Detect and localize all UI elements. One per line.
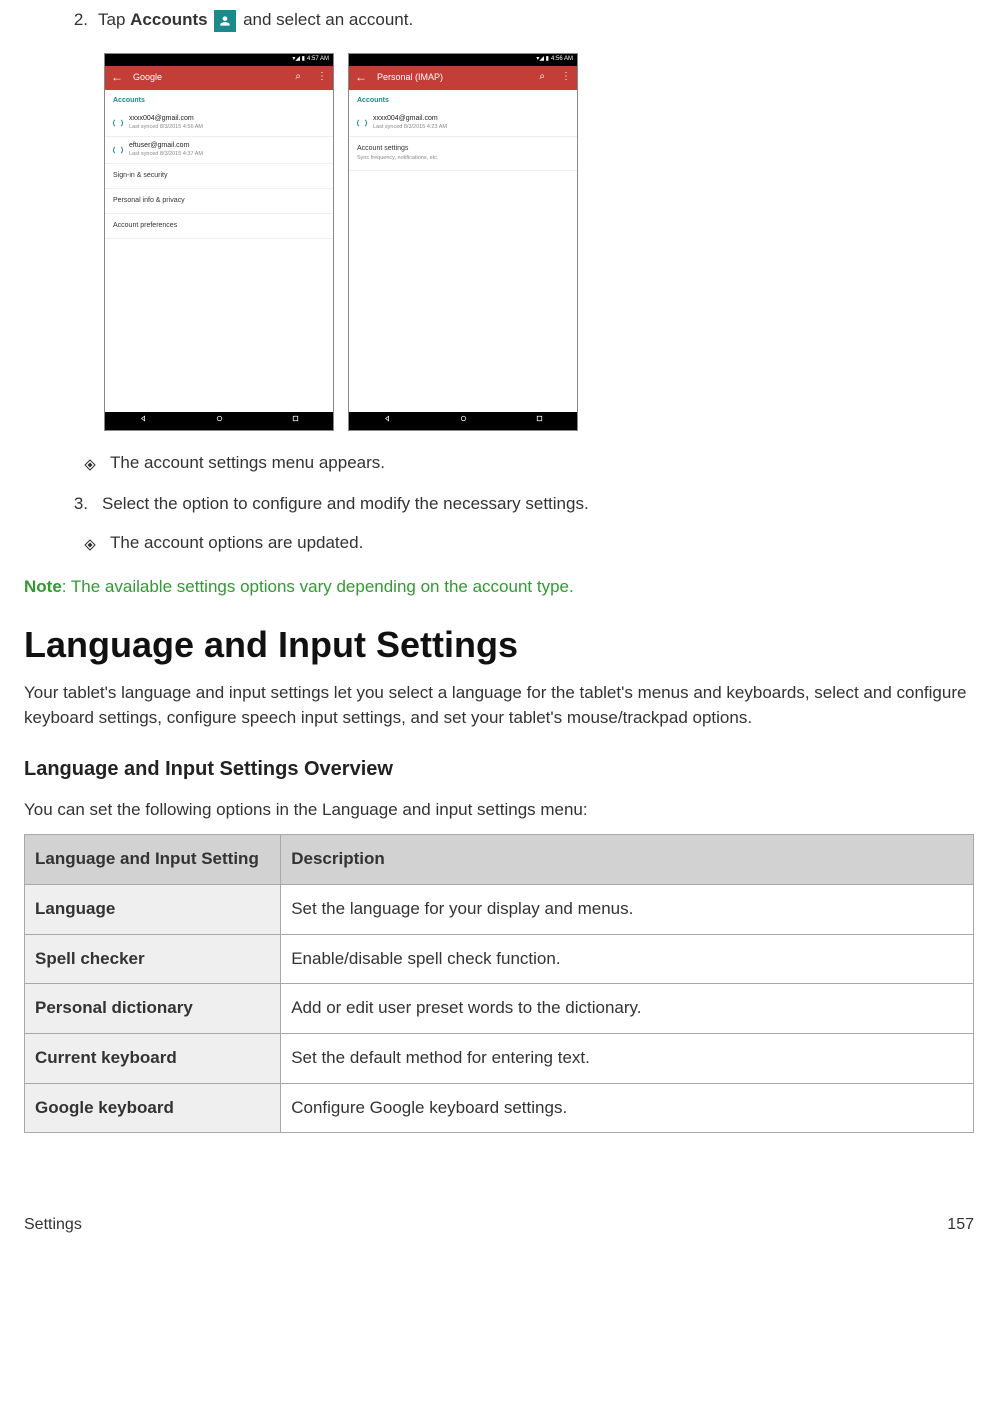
- result-bullet: The account settings menu appears.: [84, 451, 974, 479]
- accounts-icon: [214, 10, 236, 32]
- table-row: Current keyboard Set the default method …: [25, 1033, 974, 1083]
- nav-back-icon: [383, 414, 392, 427]
- table-row: Spell checker Enable/disable spell check…: [25, 934, 974, 984]
- setting-row: Account settings Sync frequency, notific…: [349, 137, 577, 171]
- step-2-line: 2. Tap Accounts and select an account.: [64, 8, 974, 33]
- nav-bar: [349, 412, 577, 430]
- footer-section: Settings: [24, 1213, 82, 1236]
- result-bullet: The account options are updated.: [84, 531, 974, 559]
- nav-home-icon: [215, 414, 224, 427]
- overflow-icon: ⋮: [317, 70, 327, 85]
- screenshot-images: ▾◢ ▮ 4:57 AM ← Google ⌕ ⋮ Accounts xxxx0…: [104, 53, 974, 431]
- table-header-setting: Language and Input Setting: [25, 835, 281, 885]
- step-number: 2.: [64, 8, 88, 33]
- nav-bar: [105, 412, 333, 430]
- step-number: 3.: [64, 492, 88, 517]
- diamond-bullet-icon: [84, 454, 96, 479]
- note-text: Note: The available settings options var…: [24, 575, 974, 600]
- nav-recent-icon: [535, 414, 544, 427]
- step-text: Tap Accounts and select an account.: [98, 8, 413, 33]
- sync-icon: [357, 118, 367, 128]
- account-row: xxxx004@gmail.com Last synced 8/3/2015 4…: [349, 110, 577, 137]
- app-bar: ← Google ⌕ ⋮: [105, 66, 333, 90]
- content-area: Accounts xxxx004@gmail.com Last synced 8…: [349, 90, 577, 412]
- overview-intro: You can set the following options in the…: [24, 798, 974, 823]
- settings-table: Language and Input Setting Description L…: [24, 834, 974, 1133]
- sync-icon: [113, 145, 123, 155]
- signal-icon: ▾◢ ▮: [292, 55, 305, 64]
- table-header-description: Description: [281, 835, 974, 885]
- table-row: Google keyboard Configure Google keyboar…: [25, 1083, 974, 1133]
- account-row: xxxx004@gmail.com Last synced 8/3/2015 4…: [105, 110, 333, 137]
- table-row: Personal dictionary Add or edit user pre…: [25, 984, 974, 1034]
- page-footer: Settings 157: [24, 1213, 974, 1236]
- back-icon: ←: [355, 69, 367, 86]
- overflow-icon: ⋮: [561, 70, 571, 85]
- page-heading: Language and Input Settings: [24, 619, 974, 671]
- search-icon: ⌕: [539, 70, 545, 85]
- app-bar: ← Personal (IMAP) ⌕ ⋮: [349, 66, 577, 90]
- search-icon: ⌕: [295, 70, 301, 85]
- intro-paragraph: Your tablet's language and input setting…: [24, 681, 974, 730]
- footer-page-number: 157: [947, 1213, 974, 1236]
- content-area: Accounts xxxx004@gmail.com Last synced 8…: [105, 90, 333, 412]
- nav-home-icon: [459, 414, 468, 427]
- status-bar: ▾◢ ▮ 4:56 AM: [349, 54, 577, 66]
- screenshot-google-accounts: ▾◢ ▮ 4:57 AM ← Google ⌕ ⋮ Accounts xxxx0…: [104, 53, 334, 431]
- status-bar: ▾◢ ▮ 4:57 AM: [105, 54, 333, 66]
- sync-icon: [113, 118, 123, 128]
- account-row: eftuser@gmail.com Last synced 8/3/2015 4…: [105, 137, 333, 164]
- table-row: Language Set the language for your displ…: [25, 884, 974, 934]
- subheading: Language and Input Settings Overview: [24, 755, 974, 784]
- screenshot-imap-account: ▾◢ ▮ 4:56 AM ← Personal (IMAP) ⌕ ⋮ Accou…: [348, 53, 578, 431]
- diamond-bullet-icon: [84, 534, 96, 559]
- table-header-row: Language and Input Setting Description: [25, 835, 974, 885]
- step-3-line: 3. Select the option to configure and mo…: [64, 492, 974, 517]
- nav-back-icon: [139, 414, 148, 427]
- back-icon: ←: [111, 69, 123, 86]
- signal-icon: ▾◢ ▮: [536, 55, 549, 64]
- nav-recent-icon: [291, 414, 300, 427]
